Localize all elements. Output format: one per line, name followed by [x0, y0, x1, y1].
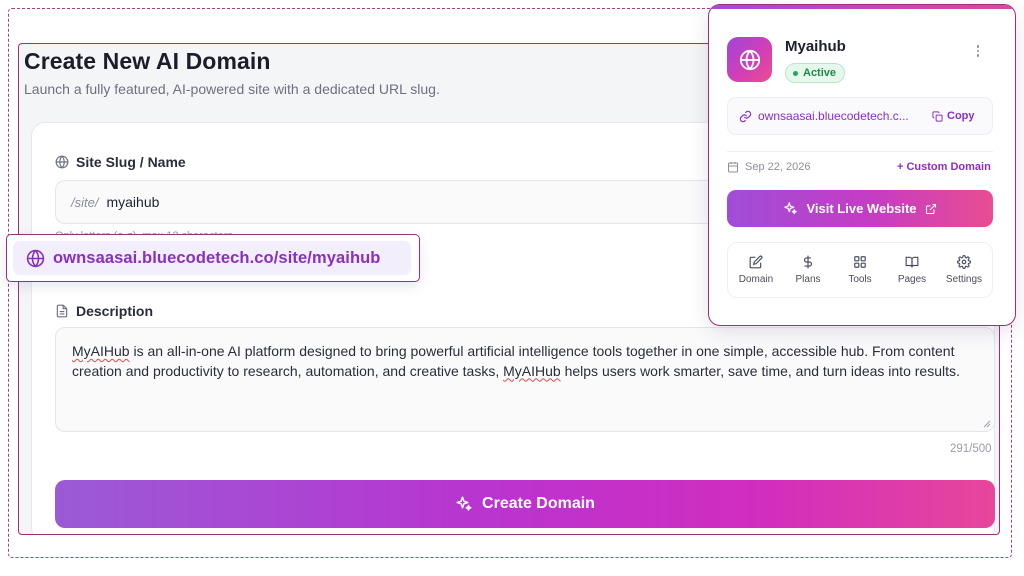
action-domain[interactable]: Domain — [731, 255, 781, 285]
description-label: Description — [55, 303, 153, 319]
sparkle-icon — [784, 202, 798, 215]
action-label: Plans — [795, 274, 821, 285]
page-subtitle: Launch a fully featured, AI-powered site… — [24, 81, 440, 97]
spell-word: MyAIHub — [503, 362, 561, 379]
site-url[interactable]: ownsaasai.bluecodetech.c... — [758, 109, 920, 123]
url-preview-callout: ownsaasai.bluecodetech.co/site/myaihub — [6, 234, 420, 282]
spell-word: MyAIHub — [72, 343, 130, 359]
action-label: Pages — [897, 274, 927, 285]
card-divider — [727, 151, 993, 152]
globe-icon — [26, 249, 45, 267]
grid-icon — [854, 256, 866, 268]
slug-value[interactable]: myaihub — [106, 194, 159, 210]
slug-label: Site Slug / Name — [55, 154, 186, 170]
description-text-part: helps users work smarter, save time, and… — [560, 362, 960, 379]
status-text: Active — [803, 67, 837, 79]
create-domain-label: Create Domain — [482, 495, 595, 512]
visit-live-website-label: Visit Live Website — [806, 201, 917, 216]
page-title: Create New AI Domain — [24, 48, 271, 74]
url-preview-text: ownsaasai.bluecodetech.co/site/myaihub — [53, 248, 381, 267]
description-textarea[interactable]: MyAIHub is an all-in-one AI platform des… — [55, 327, 995, 432]
status-dot-icon — [793, 70, 798, 76]
action-pages[interactable]: Pages — [887, 255, 937, 285]
globe-icon — [739, 49, 760, 70]
document-icon — [56, 304, 68, 318]
action-plans[interactable]: Plans — [783, 255, 833, 285]
url-preview: ownsaasai.bluecodetech.co/site/myaihub — [13, 241, 411, 275]
external-link-icon — [925, 203, 936, 214]
char-count: 291/500 — [950, 443, 992, 455]
globe-icon — [55, 155, 69, 169]
gear-icon — [957, 255, 971, 269]
slug-input[interactable]: /site/ myaihub — [55, 180, 795, 224]
copy-label: Copy — [947, 110, 975, 122]
copy-button[interactable]: Copy — [932, 110, 975, 122]
calendar-icon — [728, 162, 738, 173]
resize-handle-icon[interactable] — [983, 420, 991, 428]
action-tools[interactable]: Tools — [835, 255, 885, 285]
action-label: Settings — [945, 274, 983, 285]
card-action-bar: Domain Plans Tools Pages Settings — [727, 242, 993, 298]
site-avatar — [727, 37, 772, 82]
visit-live-website-button[interactable]: Visit Live Website — [727, 190, 993, 227]
action-label: Tools — [848, 274, 872, 285]
status-badge: Active — [785, 63, 846, 83]
description-text: MyAIHub is an all-in-one AI platform des… — [72, 343, 960, 379]
site-name: Myaihub — [785, 38, 846, 55]
action-label: Domain — [738, 274, 774, 285]
domain-card: Myaihub Active ownsaasai.bluecodetech.c.… — [708, 4, 1016, 326]
dollar-icon — [803, 255, 813, 269]
book-icon — [905, 256, 919, 268]
more-options-icon[interactable] — [971, 41, 985, 61]
sparkle-icon — [456, 496, 472, 511]
date-text: Sep 22, 2026 — [745, 161, 811, 173]
edit-icon — [749, 255, 763, 269]
description-label-text: Description — [76, 303, 154, 319]
copy-icon — [932, 110, 943, 122]
action-settings[interactable]: Settings — [939, 255, 989, 285]
card-accent-bar — [709, 5, 1015, 9]
slug-prefix: /site/ — [71, 194, 99, 210]
created-date: Sep 22, 2026 — [727, 161, 810, 173]
create-domain-button[interactable]: Create Domain — [55, 480, 995, 528]
link-icon — [739, 110, 752, 122]
slug-label-text: Site Slug / Name — [76, 154, 186, 170]
site-url-row: ownsaasai.bluecodetech.c... Copy — [727, 97, 993, 135]
custom-domain-link[interactable]: + Custom Domain — [897, 161, 991, 173]
